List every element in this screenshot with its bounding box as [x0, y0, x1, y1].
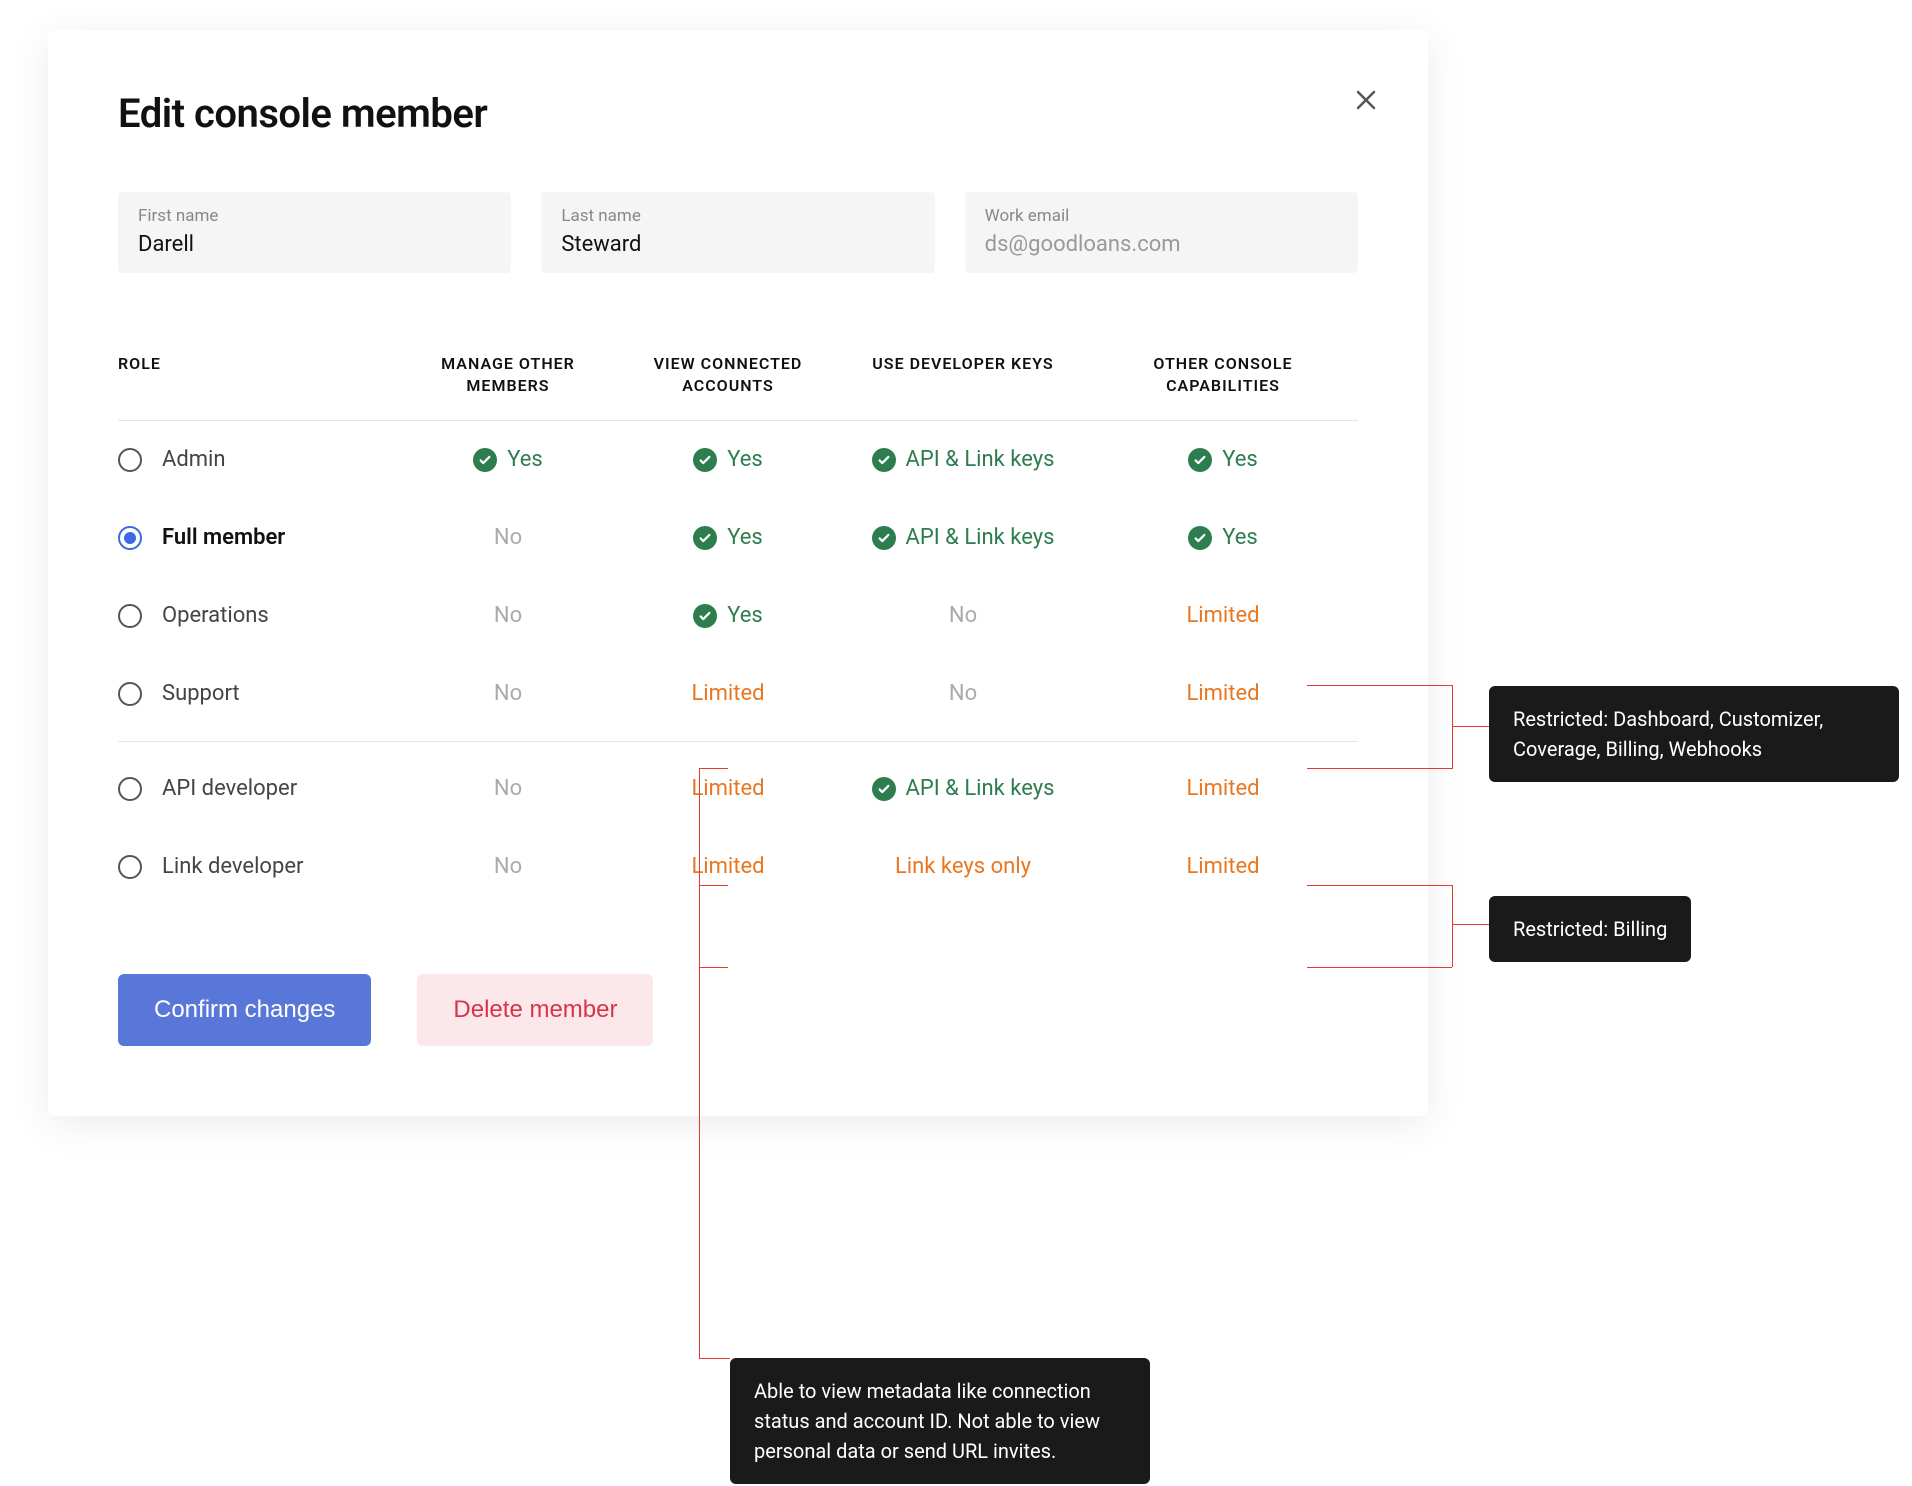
cell-admin-devkeys: API & Link keys [906, 447, 1055, 472]
check-icon [872, 777, 896, 801]
modal-title: Edit console member [118, 90, 1358, 137]
radio-operations[interactable] [118, 604, 142, 628]
cell-fullmember-view: Yes [727, 525, 763, 550]
button-row: Confirm changes Delete member [118, 974, 1358, 1046]
first-name-label: First name [138, 206, 491, 226]
last-name-value: Steward [561, 232, 914, 257]
role-row-admin[interactable]: Admin Yes Yes API & Link keys Yes [118, 421, 1358, 499]
annotation-line [1452, 740, 1453, 769]
cell-support-other: Limited [1186, 681, 1259, 706]
cell-apidev-manage: No [494, 776, 522, 801]
radio-support[interactable] [118, 682, 142, 706]
cell-linkdev-other: Limited [1186, 854, 1259, 879]
role-name-link-developer: Link developer [162, 854, 303, 879]
roles-table-header: ROLE MANAGE OTHER MEMBERS VIEW CONNECTED… [118, 353, 1358, 421]
tooltip-view-limited: Able to view metadata like connection st… [730, 1358, 1150, 1484]
cell-fullmember-other: Yes [1222, 525, 1258, 550]
role-row-operations[interactable]: Operations No Yes No Limited [118, 577, 1358, 655]
check-icon [872, 448, 896, 472]
last-name-field[interactable]: Last name Steward [541, 192, 934, 273]
roles-table: ROLE MANAGE OTHER MEMBERS VIEW CONNECTED… [118, 353, 1358, 906]
check-icon [693, 526, 717, 550]
cell-admin-manage: Yes [507, 447, 543, 472]
cell-fullmember-manage: No [494, 525, 522, 550]
radio-link-developer[interactable] [118, 855, 142, 879]
cell-linkdev-devkeys: Link keys only [895, 854, 1031, 879]
check-icon [473, 448, 497, 472]
radio-api-developer[interactable] [118, 777, 142, 801]
cell-linkdev-manage: No [494, 854, 522, 879]
role-divider [118, 741, 1358, 742]
cell-operations-view: Yes [727, 603, 763, 628]
radio-admin[interactable] [118, 448, 142, 472]
email-field: Work email ds@goodloans.com [965, 192, 1358, 273]
cell-apidev-view: Limited [691, 776, 764, 801]
cell-support-view: Limited [691, 681, 764, 706]
check-icon [693, 448, 717, 472]
cell-fullmember-devkeys: API & Link keys [906, 525, 1055, 550]
role-name-admin: Admin [162, 447, 226, 472]
cell-apidev-other: Limited [1186, 776, 1259, 801]
close-button[interactable] [1350, 84, 1382, 116]
header-role: ROLE [118, 353, 398, 398]
role-row-link-developer[interactable]: Link developer No Limited Link keys only… [118, 828, 1358, 906]
cell-operations-other: Limited [1186, 603, 1259, 628]
check-icon [872, 526, 896, 550]
header-view: VIEW CONNECTED ACCOUNTS [618, 353, 838, 398]
role-row-support[interactable]: Support No Limited No Limited [118, 655, 1358, 733]
role-name-full-member: Full member [162, 525, 285, 550]
annotation-line [1452, 726, 1489, 727]
radio-full-member[interactable] [118, 526, 142, 550]
annotation-line [1452, 685, 1453, 740]
delete-member-button[interactable]: Delete member [417, 974, 653, 1046]
tooltip-other-restricted-billing: Restricted: Billing [1489, 896, 1691, 962]
cell-linkdev-view: Limited [691, 854, 764, 879]
role-name-support: Support [162, 681, 240, 706]
last-name-label: Last name [561, 206, 914, 226]
check-icon [693, 604, 717, 628]
tooltip-other-restricted-full: Restricted: Dashboard, Customizer, Cover… [1489, 686, 1899, 782]
annotation-line [1452, 924, 1489, 925]
confirm-changes-button[interactable]: Confirm changes [118, 974, 371, 1046]
cell-admin-view: Yes [727, 447, 763, 472]
header-devkeys: USE DEVELOPER KEYS [838, 353, 1088, 398]
cell-support-devkeys: No [949, 681, 977, 706]
annotation-line [699, 1358, 730, 1359]
header-manage: MANAGE OTHER MEMBERS [398, 353, 618, 398]
role-row-api-developer[interactable]: API developer No Limited API & Link keys… [118, 750, 1358, 828]
role-name-operations: Operations [162, 603, 269, 628]
edit-member-modal: Edit console member First name Darell La… [48, 30, 1428, 1116]
first-name-field[interactable]: First name Darell [118, 192, 511, 273]
annotation-line [1452, 885, 1453, 967]
cell-operations-manage: No [494, 603, 522, 628]
close-icon [1355, 89, 1377, 111]
header-other: OTHER CONSOLE CAPABILITIES [1088, 353, 1358, 398]
email-label: Work email [985, 206, 1338, 226]
check-icon [1188, 526, 1212, 550]
first-name-value: Darell [138, 232, 491, 257]
cell-operations-devkeys: No [949, 603, 977, 628]
email-value: ds@goodloans.com [985, 232, 1338, 257]
check-icon [1188, 448, 1212, 472]
input-row: First name Darell Last name Steward Work… [118, 192, 1358, 273]
cell-support-manage: No [494, 681, 522, 706]
cell-admin-other: Yes [1222, 447, 1258, 472]
cell-apidev-devkeys: API & Link keys [906, 776, 1055, 801]
role-name-api-developer: API developer [162, 776, 297, 801]
role-row-full-member[interactable]: Full member No Yes API & Link keys Yes [118, 499, 1358, 577]
